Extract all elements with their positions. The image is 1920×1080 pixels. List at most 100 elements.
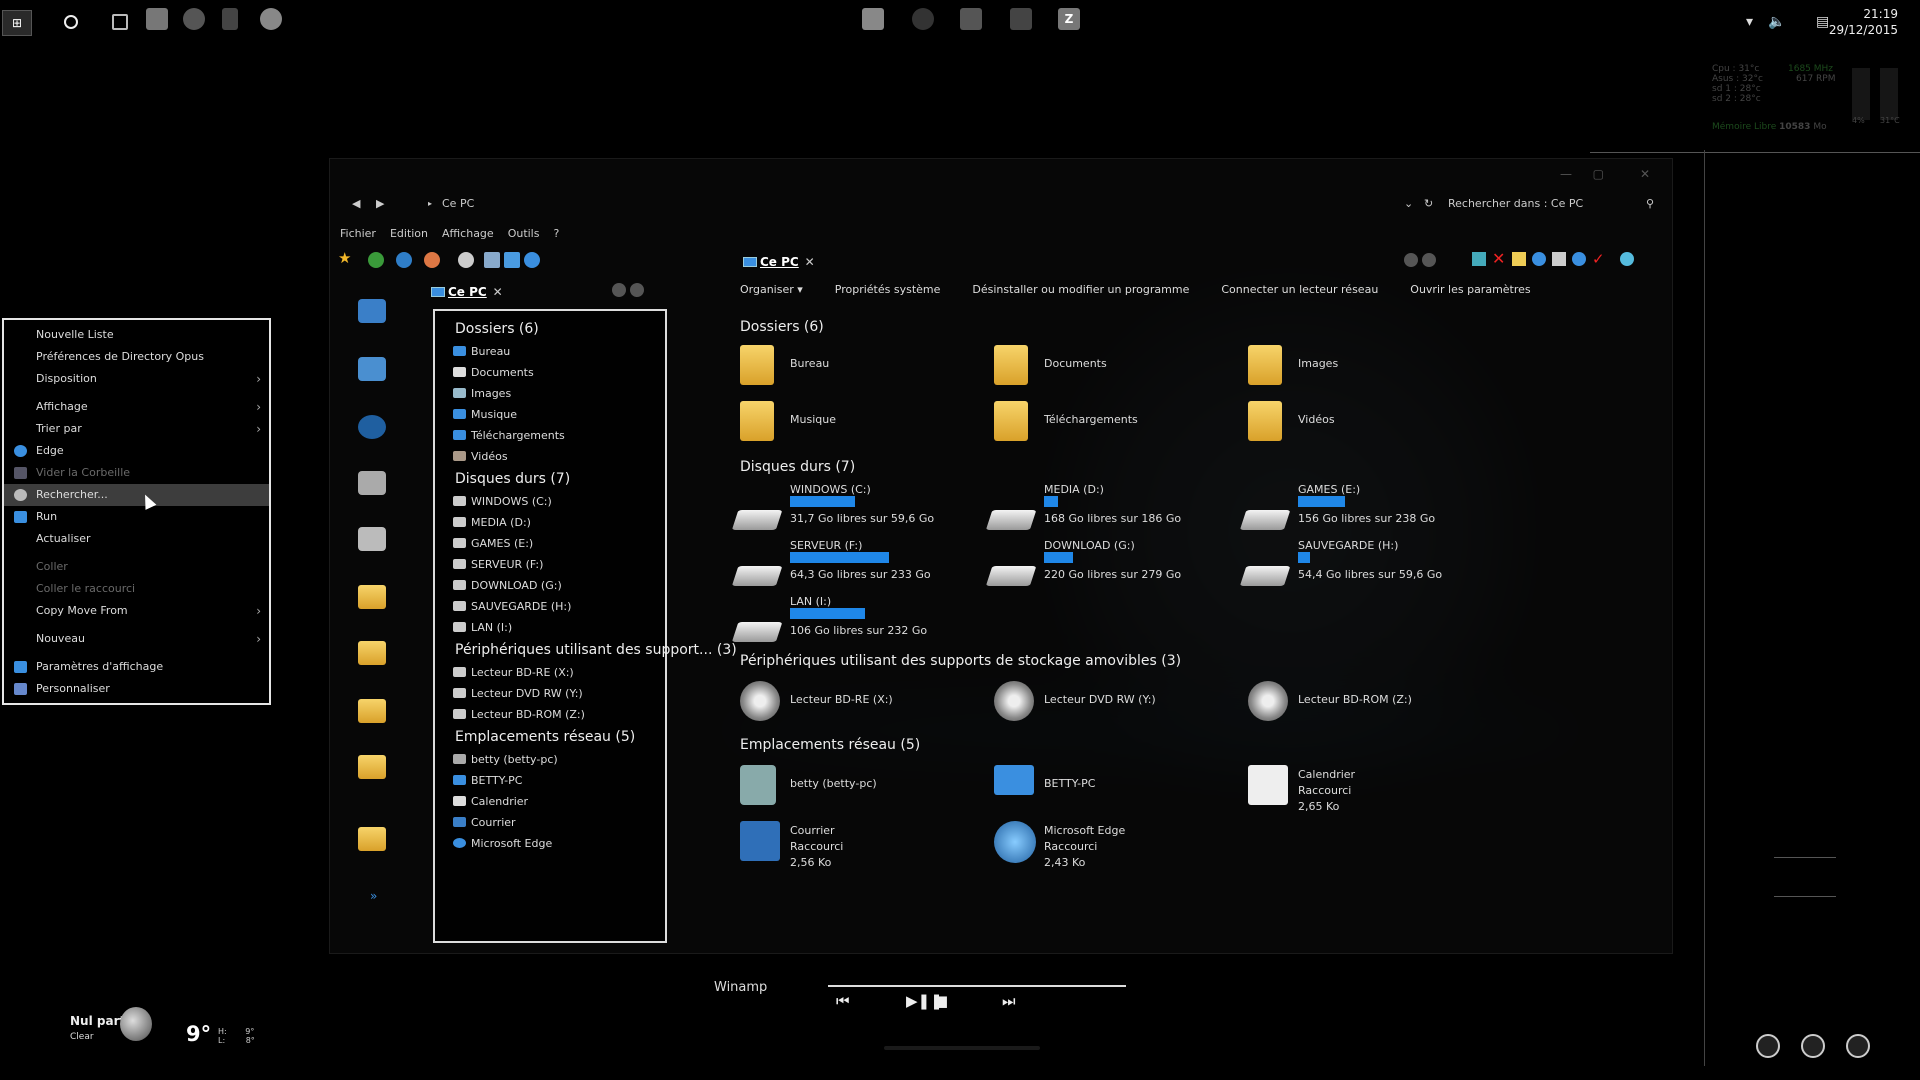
z-app-pinned-icon[interactable]: Z: [1058, 8, 1080, 30]
start-button[interactable]: ⊞: [2, 10, 32, 36]
close-tab-icon[interactable]: ✕: [805, 251, 815, 273]
camera-pinned-icon[interactable]: [183, 8, 205, 30]
menu-item-edge[interactable]: Edge: [4, 440, 269, 462]
menu-item-refresh[interactable]: Actualiser: [4, 528, 269, 550]
menu-item-new-list[interactable]: Nouvelle Liste: [4, 324, 269, 346]
file-manager-pinned-icon[interactable]: [146, 8, 168, 30]
tree-item[interactable]: BETTY-PC: [435, 770, 665, 791]
tree-item[interactable]: Lecteur DVD RW (Y:): [435, 683, 665, 704]
task-view-icon[interactable]: [107, 10, 133, 34]
close-button[interactable]: ✕: [1640, 167, 1650, 181]
chrome-icon[interactable]: [424, 252, 440, 268]
tree-section-title[interactable]: Emplacements réseau (5): [435, 725, 665, 749]
maximize-button[interactable]: ▢: [1593, 167, 1604, 181]
menu-item-paste-shortcut[interactable]: Coller le raccourci: [4, 578, 269, 600]
tree-item[interactable]: Téléchargements: [435, 425, 665, 446]
folder-item[interactable]: Musique: [740, 399, 990, 447]
pictures-shortcut-icon[interactable]: [358, 641, 386, 665]
system-properties-button[interactable]: Propriétés système: [835, 283, 941, 296]
ccleaner-pinned-icon[interactable]: [222, 8, 238, 30]
tree-item[interactable]: GAMES (E:): [435, 533, 665, 554]
folder-item[interactable]: Téléchargements: [994, 399, 1244, 447]
drive-item[interactable]: SAUVEGARDE (H:) 54,4 Go libres sur 59,6 G…: [1239, 539, 1498, 587]
tree-section-title[interactable]: Dossiers (6): [435, 317, 665, 341]
folder-item[interactable]: Bureau: [740, 343, 990, 391]
shortcut-item[interactable]: Courrier Raccourci 2,56 Ko: [740, 819, 990, 869]
menu-item-display-settings[interactable]: Paramètres d'affichage: [4, 656, 269, 678]
tree-section-title[interactable]: Périphériques utilisant des support... (…: [435, 638, 737, 662]
disc-drive-item[interactable]: Lecteur BD-ROM (Z:): [1248, 679, 1498, 727]
delete-icon[interactable]: ✕: [1492, 251, 1506, 267]
tab-ce-pc-left[interactable]: Ce PC ✕: [428, 281, 509, 303]
breadcrumb[interactable]: Ce PC: [442, 197, 474, 210]
refresh-icon[interactable]: [1532, 252, 1546, 266]
tree-item[interactable]: SERVEUR (F:): [435, 554, 665, 575]
menu-item-search[interactable]: Rechercher...: [4, 484, 269, 506]
steam-pinned-icon[interactable]: [260, 8, 282, 30]
menu-edit[interactable]: Edition: [390, 227, 428, 240]
undo-icon[interactable]: [1572, 252, 1586, 266]
sleep-icon[interactable]: [1846, 1034, 1870, 1058]
stop-icon[interactable]: ■: [934, 992, 948, 1010]
menu-item-empty-recycle-bin[interactable]: Vider la Corbeille: [4, 462, 269, 484]
app-pinned-icon-2[interactable]: [912, 8, 934, 30]
clock[interactable]: 21:19 29/12/2015: [1829, 6, 1898, 38]
menu-item-view[interactable]: Affichage ›: [4, 396, 269, 418]
close-tab-icon[interactable]: ✕: [493, 281, 503, 303]
view-icon[interactable]: [1472, 252, 1486, 266]
uninstall-program-button[interactable]: Désinstaller ou modifier un programme: [972, 283, 1189, 296]
shortcut-item[interactable]: Microsoft Edge Raccourci 2,43 Ko: [994, 819, 1244, 869]
menu-item-new[interactable]: Nouveau ›: [4, 628, 269, 650]
menu-item-opus-preferences[interactable]: Préférences de Directory Opus: [4, 346, 269, 368]
tree-item[interactable]: Calendrier: [435, 791, 665, 812]
network-item[interactable]: BETTY-PC: [994, 763, 1244, 811]
nav-forward-circle-icon[interactable]: [630, 283, 644, 297]
folder-item[interactable]: Images: [1248, 343, 1498, 391]
network-item[interactable]: betty (betty-pc): [740, 763, 990, 811]
next-track-icon[interactable]: ⏭: [1002, 992, 1016, 1010]
note-icon[interactable]: [1512, 252, 1526, 266]
tree-item[interactable]: Microsoft Edge: [435, 833, 665, 854]
restart-icon[interactable]: [1756, 1034, 1780, 1058]
shortcut-item[interactable]: Calendrier Raccourci 2,65 Ko: [1248, 763, 1498, 813]
open-settings-button[interactable]: Ouvrir les paramètres: [1410, 283, 1530, 296]
settings-shortcut-icon[interactable]: [358, 357, 386, 381]
tree-item[interactable]: Courrier: [435, 812, 665, 833]
folder-item[interactable]: Documents: [994, 343, 1244, 391]
tree-item[interactable]: LAN (I:): [435, 617, 665, 638]
map-network-drive-button[interactable]: Connecter un lecteur réseau: [1221, 283, 1378, 296]
menu-tools[interactable]: Outils: [508, 227, 540, 240]
nav-back-circle-icon[interactable]: [1404, 253, 1418, 267]
menu-item-run[interactable]: Run: [4, 506, 269, 528]
search-circle-icon[interactable]: [58, 10, 84, 34]
menu-item-layout[interactable]: Disposition ›: [4, 368, 269, 390]
documents-shortcut-icon[interactable]: [358, 699, 386, 723]
menu-view[interactable]: Affichage: [442, 227, 494, 240]
control-panel-shortcut-icon[interactable]: [358, 415, 386, 439]
media-player-pinned-icon[interactable]: [960, 8, 982, 30]
forward-arrow-icon[interactable]: ▶: [376, 197, 384, 210]
toolbar-icon-green[interactable]: [368, 252, 384, 268]
folder-item[interactable]: Vidéos: [1248, 399, 1498, 447]
winamp-progress-line[interactable]: [828, 985, 1126, 987]
folder-shortcut-icon[interactable]: [358, 585, 386, 609]
sync-icon[interactable]: [524, 252, 540, 268]
menu-item-sort-by[interactable]: Trier par ›: [4, 418, 269, 440]
disc-drive-item[interactable]: Lecteur DVD RW (Y:): [994, 679, 1244, 727]
tree-item[interactable]: betty (betty-pc): [435, 749, 665, 770]
search-icon[interactable]: ⚲: [1646, 197, 1654, 210]
tree-item[interactable]: Vidéos: [435, 446, 665, 467]
archive-pinned-icon[interactable]: [1010, 8, 1032, 30]
nav-forward-circle-icon[interactable]: [1422, 253, 1436, 267]
volume-icon[interactable]: 🔈: [1768, 14, 1785, 30]
folder-shortcut-icon[interactable]: [358, 827, 386, 851]
tree-item[interactable]: Musique: [435, 404, 665, 425]
tree-item[interactable]: Documents: [435, 362, 665, 383]
drive-item[interactable]: WINDOWS (C:) 31,7 Go libres sur 59,6 Go: [731, 483, 990, 531]
globe-icon[interactable]: [1620, 252, 1634, 266]
tree-item[interactable]: SAUVEGARDE (H:): [435, 596, 665, 617]
window-icon[interactable]: [484, 252, 500, 268]
tree-item[interactable]: Bureau: [435, 341, 665, 362]
downloads-shortcut-icon[interactable]: [358, 755, 386, 779]
drive-item[interactable]: DOWNLOAD (G:) 220 Go libres sur 279 Go: [985, 539, 1244, 587]
